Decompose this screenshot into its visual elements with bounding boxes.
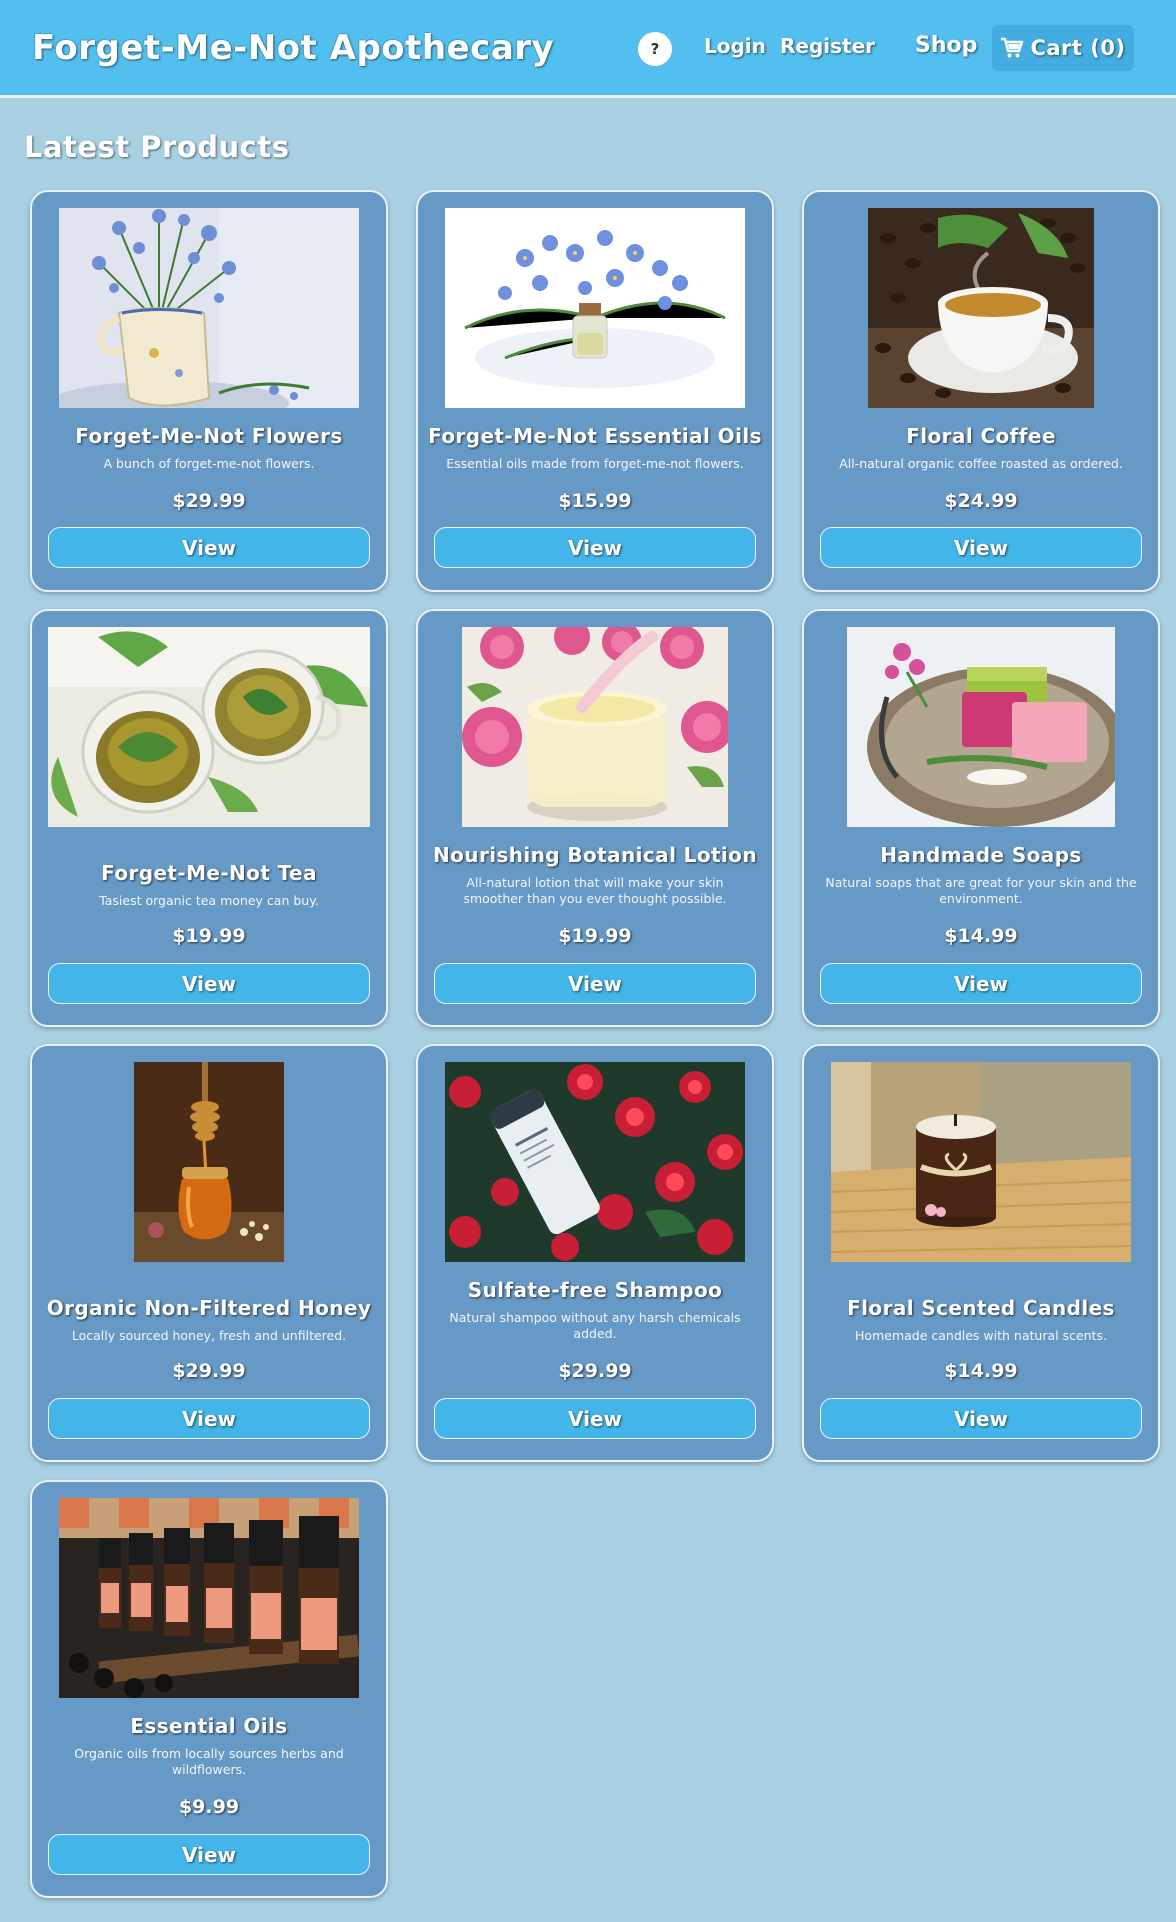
- product-description: All-natural lotion that will make your s…: [463, 875, 727, 906]
- product-description: Organic oils from locally sources herbs …: [74, 1746, 344, 1777]
- product-card: Sulfate-free Shampoo Natural shampoo wit…: [416, 1044, 774, 1462]
- product-card: Nourishing Botanical Lotion All-natural …: [416, 609, 774, 1027]
- product-description: Natural shampoo without any harsh chemic…: [449, 1310, 741, 1341]
- product-card: Floral Scented Candles Homemade candles …: [802, 1044, 1160, 1462]
- product-name: Forget-Me-Not Tea: [101, 861, 317, 885]
- product-price: $29.99: [172, 490, 246, 512]
- product-image-shampoo[interactable]: [445, 1062, 745, 1262]
- product-price: $29.99: [172, 1360, 246, 1382]
- cart-icon: [1001, 37, 1024, 58]
- product-name: Organic Non-Filtered Honey: [46, 1296, 372, 1320]
- product-price: $14.99: [944, 925, 1018, 947]
- product-image-flowers[interactable]: [59, 208, 359, 408]
- product-name: Nourishing Botanical Lotion: [433, 843, 757, 867]
- site-brand[interactable]: Forget-Me-Not Apothecary: [32, 28, 554, 68]
- product-card: Organic Non-Filtered Honey Locally sourc…: [30, 1044, 388, 1462]
- product-image-forget-me-not-oils[interactable]: [445, 208, 745, 408]
- product-image-floral-coffee[interactable]: [868, 208, 1094, 408]
- product-price: $24.99: [944, 490, 1018, 512]
- product-name: Floral Coffee: [906, 424, 1056, 448]
- product-description: Natural soaps that are great for your sk…: [825, 875, 1137, 906]
- product-name: Floral Scented Candles: [847, 1296, 1115, 1320]
- product-name: Sulfate-free Shampoo: [467, 1278, 723, 1302]
- product-image-essential-oils[interactable]: [59, 1498, 359, 1698]
- help-button[interactable]: ?: [638, 32, 672, 66]
- product-description: Tasiest organic tea money can buy.: [99, 893, 319, 908]
- product-card: Handmade Soaps Natural soaps that are gr…: [802, 609, 1160, 1027]
- product-card: Forget-Me-Not Flowers A bunch of forget-…: [30, 190, 388, 592]
- product-name: Handmade Soaps: [880, 843, 1082, 867]
- view-button[interactable]: View: [48, 1398, 370, 1439]
- product-description: Locally sourced honey, fresh and unfilte…: [71, 1328, 347, 1343]
- product-card: Forget-Me-Not Essential Oils Essential o…: [416, 190, 774, 592]
- product-image-candles[interactable]: [831, 1062, 1131, 1262]
- product-price: $15.99: [558, 490, 632, 512]
- product-name: Forget-Me-Not Flowers: [75, 424, 343, 448]
- product-name: Forget-Me-Not Essential Oils: [428, 424, 762, 448]
- product-description: Essential oils made from forget-me-not f…: [446, 456, 744, 471]
- product-price: $19.99: [172, 925, 246, 947]
- view-button[interactable]: View: [48, 963, 370, 1004]
- product-description: A bunch of forget-me-not flowers.: [103, 456, 315, 471]
- view-button[interactable]: View: [48, 1834, 370, 1875]
- product-image-soaps[interactable]: [847, 627, 1115, 827]
- login-link[interactable]: Login: [704, 34, 766, 58]
- product-card: Forget-Me-Not Tea Tasiest organic tea mo…: [30, 609, 388, 1027]
- product-price: $29.99: [558, 1360, 632, 1382]
- view-button[interactable]: View: [820, 1398, 1142, 1439]
- view-button[interactable]: View: [434, 527, 756, 568]
- product-card: Essential Oils Organic oils from locally…: [30, 1480, 388, 1898]
- cart-label: Cart (0): [1030, 36, 1126, 60]
- product-card: Floral Coffee All-natural organic coffee…: [802, 190, 1160, 592]
- navbar: Forget-Me-Not Apothecary ? Login Registe…: [0, 0, 1176, 98]
- cart-button[interactable]: Cart (0): [992, 25, 1134, 71]
- view-button[interactable]: View: [820, 963, 1142, 1004]
- product-price: $14.99: [944, 1360, 1018, 1382]
- view-button[interactable]: View: [48, 527, 370, 568]
- view-button[interactable]: View: [820, 527, 1142, 568]
- product-name: Essential Oils: [130, 1714, 288, 1738]
- product-price: $9.99: [178, 1796, 240, 1818]
- view-button[interactable]: View: [434, 963, 756, 1004]
- section-title: Latest Products: [24, 130, 290, 164]
- product-price: $19.99: [558, 925, 632, 947]
- product-image-honey[interactable]: [134, 1062, 284, 1262]
- shop-link[interactable]: Shop: [915, 33, 977, 58]
- product-image-lotion[interactable]: [462, 627, 728, 827]
- view-button[interactable]: View: [434, 1398, 756, 1439]
- product-image-tea[interactable]: [48, 627, 370, 827]
- product-description: All-natural organic coffee roasted as or…: [839, 456, 1123, 471]
- product-description: Homemade candles with natural scents.: [855, 1328, 1107, 1343]
- register-link[interactable]: Register: [780, 34, 875, 58]
